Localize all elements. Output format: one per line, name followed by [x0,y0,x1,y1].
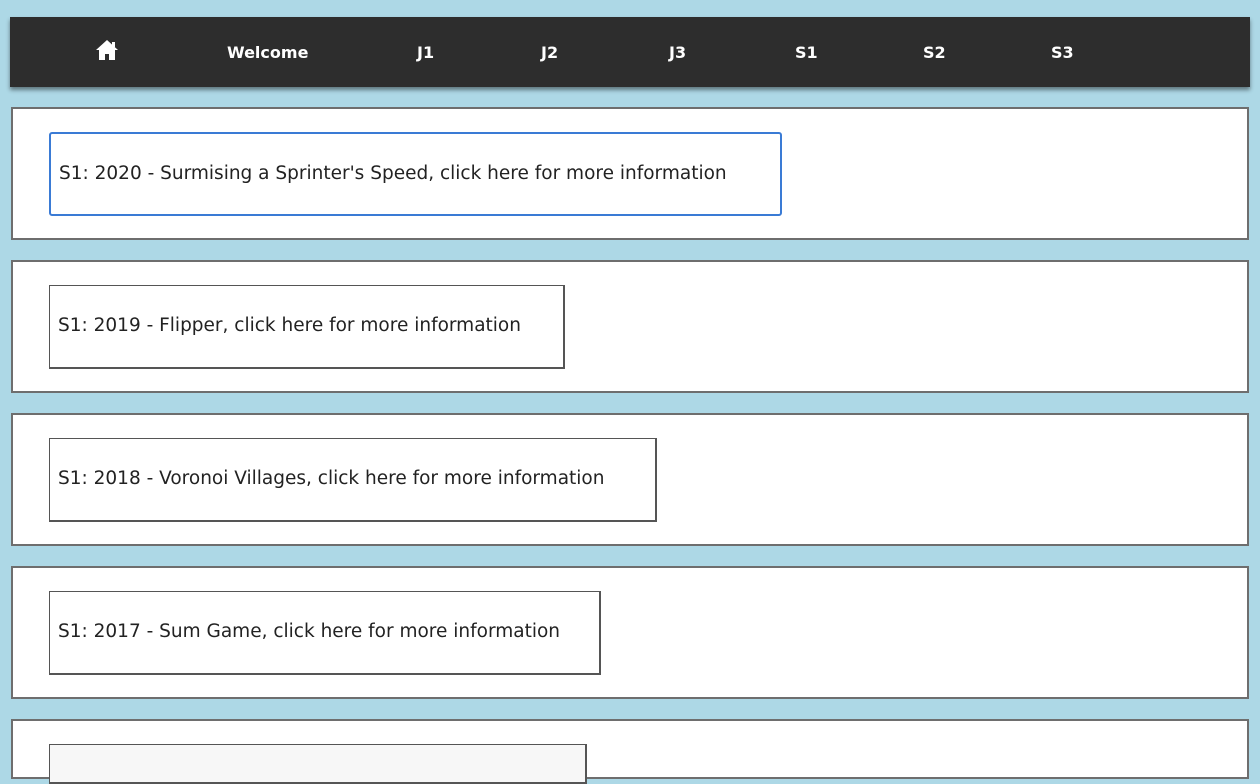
nav-item-welcome[interactable]: Welcome [227,17,308,87]
top-navigation-bar: Welcome J1 J2 J3 S1 S2 S3 [10,17,1250,87]
more-info-button-2018[interactable]: S1: 2018 - Voronoi Villages, click here … [49,438,657,522]
problem-panel-partial [11,719,1249,784]
home-icon[interactable] [95,39,119,61]
more-info-button-2017[interactable]: S1: 2017 - Sum Game, click here for more… [49,591,601,675]
nav-item-j2[interactable]: J2 [541,17,558,87]
problem-panel-2020: S1: 2020 - Surmising a Sprinter's Speed,… [11,107,1249,240]
more-info-button-partial[interactable] [49,744,587,784]
problem-panel-2019: S1: 2019 - Flipper, click here for more … [11,260,1249,393]
problem-panel-2018: S1: 2018 - Voronoi Villages, click here … [11,413,1249,546]
nav-item-j3[interactable]: J3 [669,17,686,87]
more-info-button-2020[interactable]: S1: 2020 - Surmising a Sprinter's Speed,… [49,132,782,216]
nav-item-s3[interactable]: S3 [1051,17,1074,87]
problem-panel-2017: S1: 2017 - Sum Game, click here for more… [11,566,1249,699]
nav-item-j1[interactable]: J1 [417,17,434,87]
nav-item-s1[interactable]: S1 [795,17,818,87]
more-info-button-2019[interactable]: S1: 2019 - Flipper, click here for more … [49,285,565,369]
nav-item-s2[interactable]: S2 [923,17,946,87]
